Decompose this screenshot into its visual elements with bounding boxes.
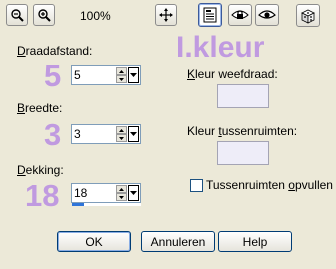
arrow-down-icon bbox=[119, 136, 124, 140]
breedte-down-arrow[interactable] bbox=[116, 134, 127, 142]
lock-icon bbox=[231, 10, 249, 19]
breedte-up-arrow[interactable] bbox=[116, 126, 127, 134]
draadafstand-dropdown[interactable] bbox=[128, 67, 139, 83]
lock-button[interactable] bbox=[228, 4, 252, 26]
arrow-up-icon bbox=[119, 128, 124, 132]
dropdown-arrow-icon bbox=[130, 191, 137, 195]
help-button[interactable]: Help bbox=[218, 231, 292, 252]
dekking-up-arrow[interactable] bbox=[116, 185, 127, 193]
dekking-dropdown[interactable] bbox=[128, 185, 139, 201]
dropdown-arrow-icon bbox=[130, 73, 137, 77]
dekking-down-arrow[interactable] bbox=[116, 193, 127, 201]
dekking-spinner[interactable] bbox=[71, 183, 141, 203]
zoom-in-icon bbox=[38, 9, 51, 22]
pan-icon bbox=[159, 8, 173, 22]
dekking-progress bbox=[72, 203, 141, 206]
proof-icon bbox=[203, 7, 217, 23]
tussenruimten-opvullen-label[interactable]: Tussenruimten opvullen bbox=[206, 178, 333, 192]
brand-text: I.kleur bbox=[176, 31, 265, 64]
proof-button[interactable] bbox=[198, 3, 222, 27]
tussenruimten-label: Kleur tussenruimten: bbox=[187, 124, 298, 138]
draadafstand-spinner[interactable] bbox=[71, 65, 141, 85]
draadafstand-up-arrow[interactable] bbox=[116, 67, 127, 75]
weefdraad-color-swatch[interactable] bbox=[217, 84, 269, 108]
draadafstand-label: Draadafstand: bbox=[17, 44, 93, 58]
draadafstand-down-arrow[interactable] bbox=[116, 75, 127, 83]
pan-button[interactable] bbox=[155, 4, 177, 26]
arrow-down-icon bbox=[119, 195, 124, 199]
breedte-input[interactable] bbox=[74, 126, 116, 142]
eye-button[interactable] bbox=[255, 4, 279, 26]
randomize-button[interactable] bbox=[296, 4, 320, 27]
ok-button[interactable]: OK bbox=[57, 231, 131, 252]
tussenruimten-color-swatch[interactable] bbox=[217, 141, 269, 165]
breedte-annotation: 3 bbox=[44, 117, 62, 152]
zoom-level: 100% bbox=[80, 9, 111, 23]
breedte-dropdown[interactable] bbox=[128, 126, 139, 142]
breedte-label: Breedte: bbox=[17, 101, 63, 115]
arrow-down-icon bbox=[119, 77, 124, 81]
draadafstand-input[interactable] bbox=[74, 67, 116, 83]
draadafstand-annotation: 5 bbox=[44, 58, 62, 93]
randomize-dice-icon bbox=[301, 9, 315, 24]
dekking-label: Dekking: bbox=[17, 163, 64, 177]
arrow-up-icon bbox=[119, 187, 124, 191]
zoom-in-button[interactable] bbox=[33, 4, 55, 26]
dropdown-arrow-icon bbox=[130, 132, 137, 136]
eye-icon bbox=[258, 10, 276, 19]
dekking-progress-fill bbox=[72, 203, 85, 206]
arrow-up-icon bbox=[119, 69, 124, 73]
zoom-out-icon bbox=[11, 9, 24, 22]
tussenruimten-opvullen-checkbox[interactable] bbox=[190, 179, 203, 192]
weefdraad-label: Kleur weefdraad: bbox=[187, 67, 278, 81]
cancel-button[interactable]: Annuleren bbox=[141, 231, 215, 252]
zoom-out-button[interactable] bbox=[6, 4, 28, 26]
breedte-spinner[interactable] bbox=[71, 124, 141, 144]
dekking-annotation: 18 bbox=[25, 178, 60, 213]
dekking-input[interactable] bbox=[74, 185, 116, 201]
